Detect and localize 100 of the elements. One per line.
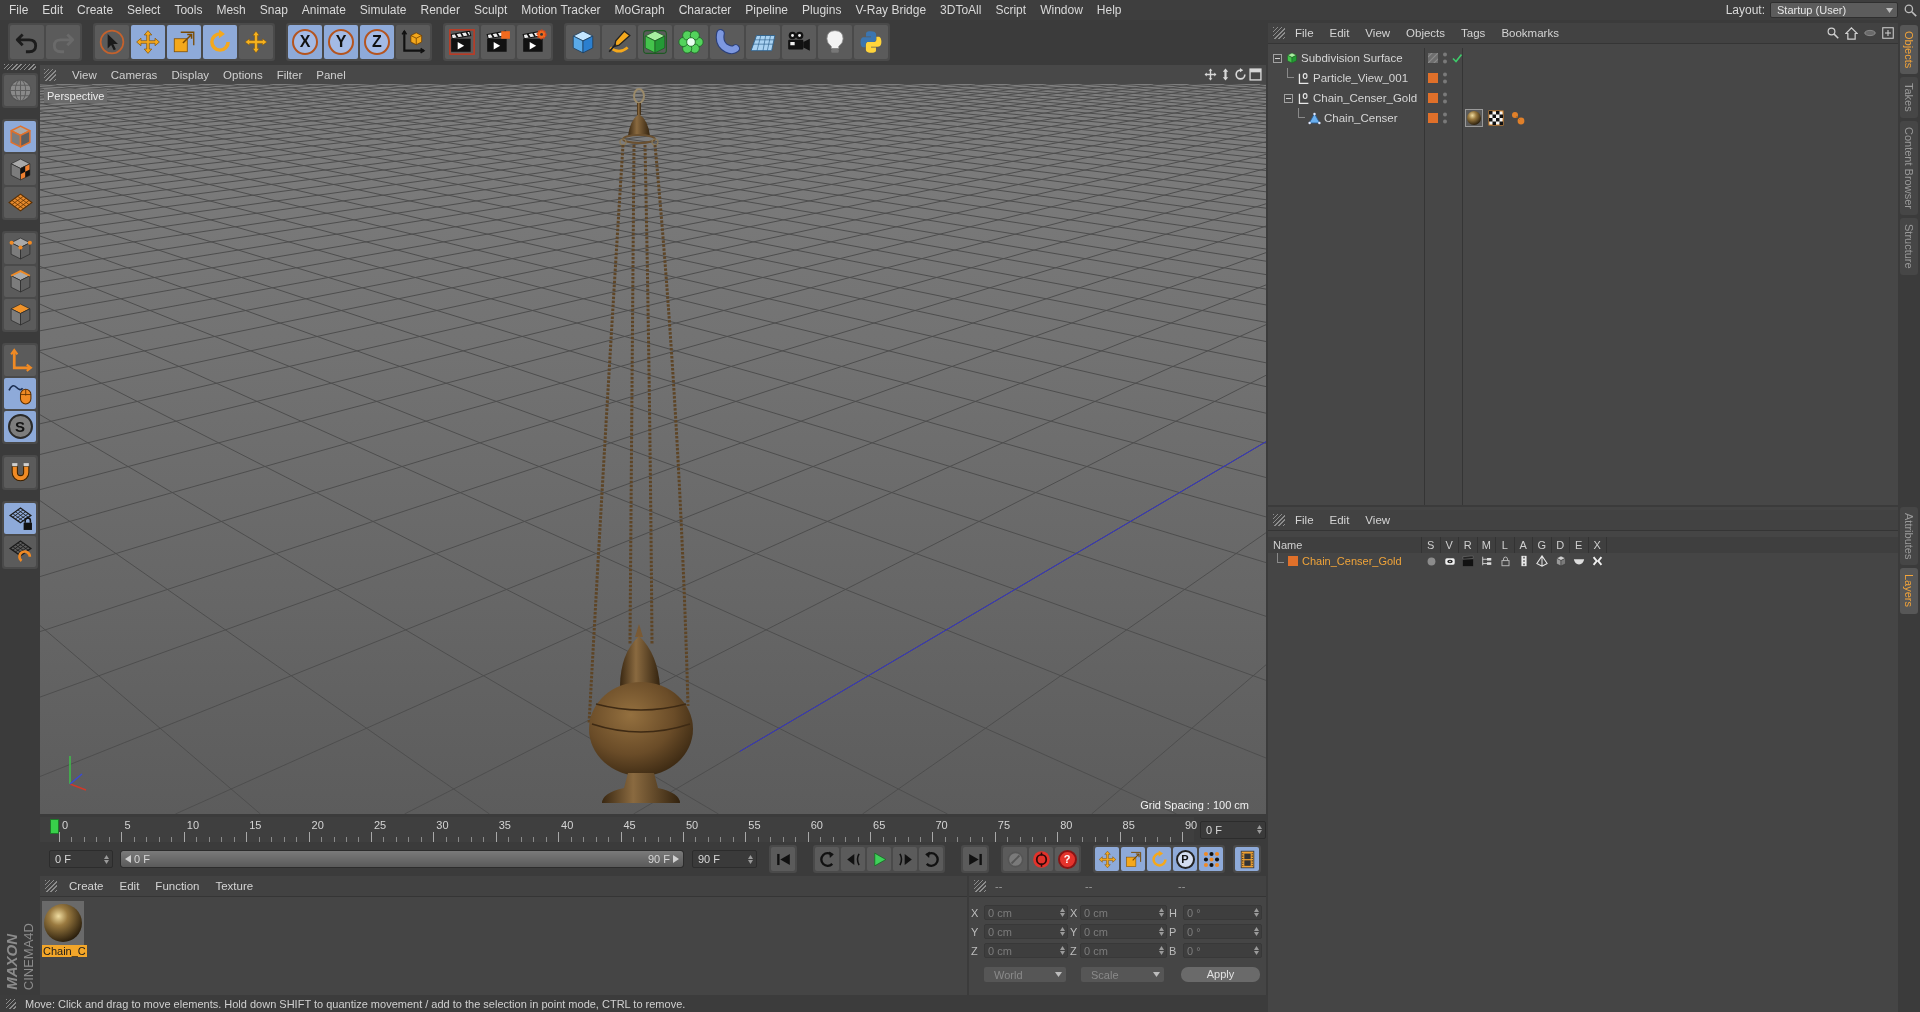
menu-item[interactable]: Render <box>413 1 467 19</box>
visibility-dots-icon[interactable] <box>1442 91 1448 105</box>
menu-item[interactable]: Tools <box>167 1 210 19</box>
polygons-button[interactable] <box>4 299 36 330</box>
layer-name[interactable]: Chain_Censer_Gold <box>1302 555 1402 567</box>
column-header[interactable]: A <box>1514 537 1533 553</box>
menu-item[interactable]: Select <box>120 1 168 19</box>
current-frame-field[interactable]: 0 F <box>1200 820 1266 839</box>
snap-button[interactable] <box>4 457 36 488</box>
scale-tool-button[interactable] <box>167 24 201 59</box>
timeline-button[interactable] <box>1235 847 1259 871</box>
cube-button[interactable] <box>566 24 600 59</box>
lock-icon[interactable] <box>1499 555 1511 567</box>
points-button[interactable] <box>4 233 36 264</box>
frame-range-slider[interactable]: 0 F 90 F <box>120 850 684 868</box>
menu-item[interactable]: Script <box>988 1 1034 19</box>
menu-item[interactable]: Create <box>61 880 112 892</box>
grip-icon[interactable] <box>44 68 56 81</box>
start-frame-field[interactable]: 0 F <box>49 850 113 868</box>
select-tool-button[interactable] <box>95 24 129 59</box>
pyramid-icon[interactable] <box>1536 555 1549 567</box>
render-button[interactable] <box>481 24 515 59</box>
light-button[interactable] <box>818 24 852 59</box>
maximize-icon[interactable] <box>1249 68 1262 81</box>
four-way-arrows-icon[interactable] <box>1204 68 1217 81</box>
autokey-button[interactable]: ? <box>1055 847 1079 871</box>
menu-item[interactable]: Tags <box>1453 27 1494 39</box>
column-header[interactable]: M <box>1477 537 1496 553</box>
viewport-menu-item[interactable]: Display <box>164 68 217 81</box>
menu-item[interactable]: Animate <box>294 1 353 19</box>
menu-item[interactable]: V-Ray Bridge <box>848 1 934 19</box>
visibility-dots-icon[interactable] <box>1442 71 1448 85</box>
column-header[interactable]: R <box>1459 537 1478 553</box>
eye-icon[interactable] <box>1443 555 1456 567</box>
column-header[interactable]: Name <box>1268 537 1422 553</box>
layer-swatch-icon[interactable] <box>1428 93 1438 103</box>
clapperboard-icon[interactable] <box>1462 555 1475 567</box>
axis-lock-button[interactable]: Z <box>360 24 394 59</box>
menu-item[interactable]: 3DToAll <box>933 1 989 19</box>
cloner-button[interactable] <box>674 24 708 59</box>
menu-item[interactable]: Edit <box>35 1 71 19</box>
grip-icon[interactable] <box>6 998 16 1009</box>
workplane-lock-button[interactable] <box>4 503 36 534</box>
circular-arrow-icon[interactable] <box>1234 68 1247 81</box>
column-header[interactable]: L <box>1496 537 1515 553</box>
pen-button[interactable] <box>602 24 636 59</box>
camera-button[interactable] <box>782 24 816 59</box>
render-settings-button[interactable] <box>517 24 551 59</box>
menu-item[interactable]: Edit <box>1321 27 1358 39</box>
menu-item[interactable]: Sculpt <box>466 1 515 19</box>
visibility-dots-icon[interactable] <box>1442 111 1448 125</box>
column-header[interactable]: V <box>1440 537 1459 553</box>
layer-swatch-icon[interactable] <box>1428 73 1438 83</box>
menu-item[interactable]: Mesh <box>209 1 253 19</box>
object-name[interactable]: Chain_Censer <box>1324 112 1398 124</box>
house-icon[interactable] <box>1845 26 1858 40</box>
side-tab[interactable]: Objects <box>1900 25 1918 75</box>
menu-item[interactable]: View <box>1357 514 1399 526</box>
menu-item[interactable]: Help <box>1089 1 1129 19</box>
axis-lock-button[interactable]: X <box>288 24 322 59</box>
go-to-end-button[interactable] <box>963 847 987 871</box>
menu-item[interactable]: Objects <box>1398 27 1454 39</box>
grip-icon[interactable] <box>1273 27 1285 39</box>
layout-dropdown[interactable]: Startup (User) <box>1770 2 1898 18</box>
menu-item[interactable]: File <box>1287 27 1322 39</box>
column-header[interactable]: G <box>1533 537 1552 553</box>
search-icon[interactable] <box>1827 27 1839 39</box>
grip-icon[interactable] <box>4 64 36 70</box>
script-button[interactable] <box>854 24 888 59</box>
menu-item[interactable]: Create <box>70 1 121 19</box>
column-header[interactable]: E <box>1570 537 1589 553</box>
left-handle-icon[interactable] <box>125 855 131 863</box>
side-tab[interactable]: Layers <box>1900 568 1918 614</box>
layer-swatch-icon[interactable] <box>1428 113 1438 123</box>
menu-item[interactable]: Snap <box>252 1 295 19</box>
grip-icon[interactable] <box>1273 514 1285 526</box>
menu-item[interactable]: View <box>1357 27 1399 39</box>
dots-tag-icon[interactable] <box>1509 109 1527 127</box>
end-frame-field[interactable]: 90 F <box>692 850 757 868</box>
material-sphere-icon[interactable] <box>1465 109 1483 127</box>
dot-icon[interactable] <box>1425 555 1437 567</box>
rotate-tool-button[interactable] <box>203 24 237 59</box>
step-back-button[interactable] <box>841 847 865 871</box>
edges-button[interactable] <box>4 266 36 297</box>
object-name[interactable]: Subdivision Surface <box>1301 52 1403 64</box>
menu-item[interactable]: File <box>1287 514 1322 526</box>
viewport[interactable]: Perspective Grid Spacing : 100 cm <box>40 84 1266 814</box>
minus-box-icon[interactable] <box>1273 53 1282 63</box>
material-sphere-icon[interactable] <box>42 901 84 945</box>
axis-lock-button[interactable]: Y <box>324 24 358 59</box>
menu-item[interactable]: Simulate <box>352 1 414 19</box>
checkmark-icon[interactable] <box>1452 53 1462 63</box>
record-button[interactable] <box>1029 847 1053 871</box>
menu-item[interactable]: Function <box>147 880 208 892</box>
menu-item[interactable]: Edit <box>111 880 148 892</box>
checker-tag-icon[interactable] <box>1487 109 1505 127</box>
menu-item[interactable]: Window <box>1033 1 1090 19</box>
layer-swatch-icon[interactable] <box>1288 556 1298 566</box>
menu-item[interactable]: Bookmarks <box>1493 27 1567 39</box>
coordinate-system-button[interactable] <box>396 24 430 59</box>
